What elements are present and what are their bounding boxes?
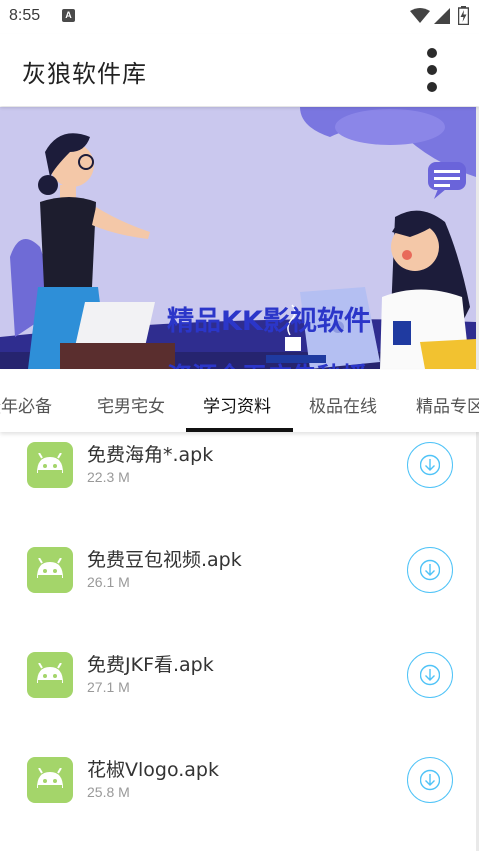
file-size: 27.1 M [87,679,130,695]
android-icon [27,757,73,803]
banner-subheadline: 资源全无广告秒播 [167,357,367,369]
promo-banner[interactable]: 精品KK影视软件 资源全无广告秒播 [0,107,476,369]
download-icon [420,769,440,791]
download-icon [420,454,440,476]
tab-1[interactable]: 宅男宅女 [97,392,165,417]
android-icon [27,652,73,698]
tab-0[interactable]: 骚年必备 [0,392,52,417]
file-size: 22.3 M [87,469,130,485]
a-letter-icon: A [62,9,75,22]
status-bar: 8:55 A [0,0,479,34]
battery-charging-icon [458,6,469,25]
more-vert-icon [427,65,437,75]
more-vert-icon [427,82,437,92]
app-bar: 灰狼软件库 [0,34,479,106]
download-icon [420,559,440,581]
file-size: 25.8 M [87,784,130,800]
more-options-button[interactable] [412,42,452,98]
app-title: 灰狼软件库 [22,60,147,88]
file-name: 花椒Vlogo.apk [87,759,219,781]
android-icon [27,442,73,488]
file-size: 26.1 M [87,574,130,590]
file-list: 免费海角*.apk 22.3 M 免费豆包视频.apk 26.1 M 免费JKF… [0,432,479,851]
file-name: 免费海角*.apk [87,444,214,466]
tab-indicator [186,428,293,432]
file-name: 免费JKF看.apk [87,654,214,676]
tab-2[interactable]: 学习资料 [203,392,271,417]
tab-4[interactable]: 精品专区 [416,392,479,417]
download-button[interactable] [407,757,453,803]
file-name: 免费豆包视频.apk [87,549,242,571]
download-button[interactable] [407,547,453,593]
list-item[interactable]: 免费豆包视频.apk 26.1 M [0,515,479,620]
download-button[interactable] [407,652,453,698]
download-icon [420,664,440,686]
wifi-icon [410,8,430,23]
more-vert-icon [427,48,437,58]
app-screen: 8:55 A 灰狼软件库 精品KK影视软件 年必备 宅男宅女 学习资料 极品在线… [0,0,479,851]
tab-3[interactable]: 极品在线 [309,392,377,417]
category-tabs: 骚年必备 宅男宅女 学习资料 极品在线 精品专区 [0,370,479,432]
android-icon [27,547,73,593]
list-item[interactable]: 免费JKF看.apk 27.1 M [0,620,479,725]
signal-icon [434,8,450,24]
status-time: 8:55 [9,7,41,24]
list-item[interactable]: 花椒Vlogo.apk 25.8 M [0,725,479,830]
banner-headline: 精品KK影视软件 [167,306,371,337]
download-button[interactable] [407,442,453,488]
